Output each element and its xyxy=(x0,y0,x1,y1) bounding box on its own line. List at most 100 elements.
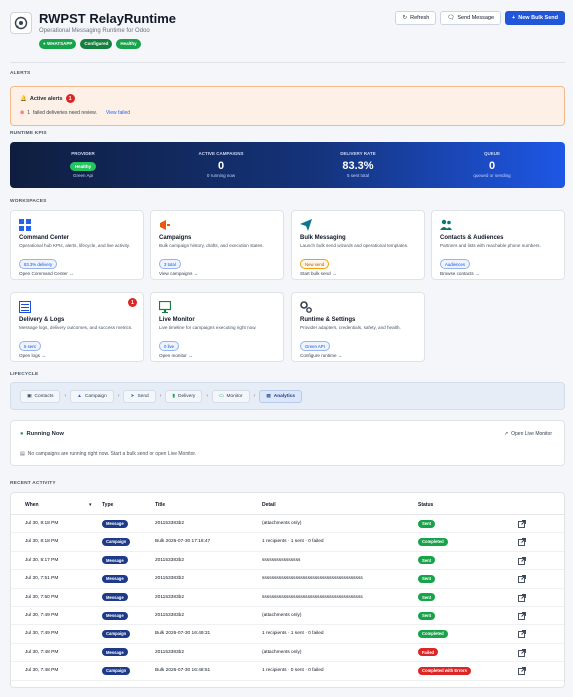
error-circle-icon: ⊗ xyxy=(20,110,25,116)
kpi-sub: queued or sending xyxy=(473,173,511,178)
view-failed-link[interactable]: View failed xyxy=(106,110,130,116)
chevron-right-icon: › xyxy=(64,393,67,399)
open-external-icon[interactable] xyxy=(518,593,526,602)
row-when: Jul 30, 7:49 PM xyxy=(25,613,59,618)
row-title: 201153383b2 xyxy=(155,576,184,582)
workspace-card-contacts[interactable]: Contacts & Audiences Partners and lists … xyxy=(431,210,565,280)
open-external-icon[interactable] xyxy=(518,630,526,639)
table-row[interactable]: Jul 30, 7:48 PM Campaign Bulk 2026-07-30 1… xyxy=(11,662,564,681)
workspace-card-runtime-settings[interactable]: Runtime & Settings Provider adapters, cr… xyxy=(291,292,425,362)
lifecycle-step-campaign[interactable]: ▲ Campaign xyxy=(70,389,114,403)
lifecycle-step-contacts[interactable]: ▣ Contacts xyxy=(20,389,61,403)
row-detail: 1 recipients · 0 sent · 0 failed xyxy=(262,668,324,674)
alert-row-count: 1 xyxy=(27,110,30,116)
card-link[interactable]: Open logs → xyxy=(19,353,46,358)
card-tag: 0 live xyxy=(159,341,180,351)
alerts-section-label: ALERTS xyxy=(10,71,31,76)
open-external-icon[interactable] xyxy=(518,575,526,584)
row-title: Bulk 2026-07-30 16:49:31 xyxy=(155,631,211,637)
kpi-sub: Green Api xyxy=(72,173,93,178)
table-row[interactable]: Jul 30, 8:17 PM Message 201153383b2 sssssss… xyxy=(11,552,564,571)
chip-whatsapp: ● WHATSAPP xyxy=(39,39,77,49)
arrow-right-icon: → xyxy=(337,353,343,358)
row-type-badge: Campaign xyxy=(102,666,131,675)
workspace-card-live-monitor[interactable]: Live Monitor Live timeline for campaigns… xyxy=(150,292,284,362)
card-title: Delivery & Logs xyxy=(19,317,65,323)
running-now-title: ● Running Now xyxy=(20,431,64,437)
col-detail[interactable]: Detail xyxy=(262,502,276,508)
card-alert-badge: 1 xyxy=(128,298,137,307)
kpi-value: 83.3% xyxy=(342,160,374,172)
sort-desc-icon[interactable]: ▾ xyxy=(89,502,92,508)
step-label: Contacts xyxy=(34,393,54,399)
card-desc: Launch bulk send wizards and operational… xyxy=(300,243,409,248)
send-message-button[interactable]: 🗨 Send Message xyxy=(440,11,502,25)
step-label: Delivery xyxy=(178,393,196,399)
card-title: Command Center xyxy=(19,235,70,241)
card-tag: New send xyxy=(300,259,330,269)
lifecycle-step-monitor[interactable]: ▭ Monitor xyxy=(212,389,250,403)
row-title: Bulk 2026-07-30 16:48:51 xyxy=(155,668,211,674)
card-title: Contacts & Audiences xyxy=(440,235,504,241)
table-row[interactable]: Jul 30, 7:48 PM Message 201153383b2 (attach… xyxy=(11,644,564,663)
open-external-icon[interactable] xyxy=(518,612,526,620)
row-type-badge: Message xyxy=(102,556,128,565)
col-status[interactable]: Status xyxy=(418,502,433,508)
card-link-label: View campaigns xyxy=(159,271,193,276)
card-title: Bulk Messaging xyxy=(300,235,346,241)
card-link[interactable]: Open Command Center → xyxy=(19,271,74,276)
open-external-icon[interactable] xyxy=(518,538,526,547)
table-row[interactable]: Jul 30, 7:51 PM Message 201153383b2 sssssss… xyxy=(11,570,564,589)
card-link[interactable]: Browse contacts → xyxy=(440,271,480,276)
live-dot-icon: ● xyxy=(20,431,24,437)
open-live-monitor-link[interactable]: ↗ Open Live Monitor xyxy=(504,431,552,437)
row-type-badge: Message xyxy=(102,611,128,620)
open-external-icon[interactable] xyxy=(518,667,526,676)
table-row[interactable]: Jul 30, 7:50 PM Message 201153383b2 sssssss… xyxy=(11,589,564,607)
table-row[interactable]: Jul 30, 7:49 PM Message 201153383b2 (attach… xyxy=(11,607,564,626)
provider-health-pill: Healthy xyxy=(69,162,97,171)
new-bulk-send-button[interactable]: + New Bulk Send xyxy=(505,11,565,25)
card-link[interactable]: View campaigns → xyxy=(159,271,198,276)
card-title: Runtime & Settings xyxy=(300,317,356,323)
users-icon xyxy=(440,219,452,230)
card-link[interactable]: Configure runtime → xyxy=(300,353,342,358)
whatsapp-logo-icon xyxy=(14,16,28,30)
table-row[interactable]: Jul 30, 8:18 PM Message 201153383b2 (attach… xyxy=(11,515,564,534)
kpis-section-label: RUNTIME KPIS xyxy=(10,131,47,136)
col-title[interactable]: Title xyxy=(155,502,165,508)
table-row[interactable]: Jul 30, 8:18 PM Campaign Bulk 2026-07-30 1… xyxy=(11,533,564,552)
card-link-label: Open Command Center xyxy=(19,271,68,276)
workspace-card-command-center[interactable]: Command Center Operational hub KPIs, ale… xyxy=(10,210,144,280)
row-when: Jul 30, 7:48 PM xyxy=(25,668,59,674)
row-type-badge: Message xyxy=(102,593,128,602)
lifecycle-step-analytics[interactable]: ▩ Analytics xyxy=(259,389,303,403)
open-external-icon[interactable] xyxy=(518,520,526,528)
workspace-card-campaigns[interactable]: Campaigns Bulk campaign history, drafts,… xyxy=(150,210,284,280)
col-type[interactable]: Type xyxy=(102,502,113,508)
new-bulk-send-label: New Bulk Send xyxy=(518,15,558,21)
lifecycle-step-delivery[interactable]: ▮ Delivery xyxy=(165,389,203,403)
refresh-label: Refresh xyxy=(410,15,430,21)
card-link[interactable]: Start bulk send → xyxy=(300,271,337,276)
row-detail: 1 recipients · 1 sent · 0 failed xyxy=(262,539,324,545)
open-external-icon[interactable] xyxy=(518,556,526,565)
row-detail: 1 recipients · 1 sent · 0 failed xyxy=(262,631,324,637)
card-tag: Audiences xyxy=(440,259,471,269)
kpi-queue: QUEUE 0 queued or sending xyxy=(423,142,561,188)
workspace-card-delivery-logs[interactable]: 1 Delivery & Logs Message logs, delivery… xyxy=(10,292,144,362)
row-detail: ssssssssssssssssssssssssssssssssssssssss… xyxy=(262,594,363,600)
lifecycle-step-send[interactable]: ➤ Send xyxy=(123,389,156,403)
workspace-card-bulk-messaging[interactable]: Bulk Messaging Launch bulk send wizards … xyxy=(291,210,425,280)
step-label: Send xyxy=(137,393,149,399)
divider xyxy=(10,62,565,63)
alerts-title-text: Active alerts xyxy=(29,95,63,102)
arrow-right-icon: → xyxy=(193,271,199,276)
open-external-icon[interactable] xyxy=(518,648,526,657)
monitor-icon: ▭ xyxy=(219,393,224,399)
card-title: Campaigns xyxy=(159,235,192,241)
card-link[interactable]: Open monitor → xyxy=(159,353,193,358)
table-row[interactable]: Jul 30, 7:49 PM Campaign Bulk 2026-07-30 1… xyxy=(11,625,564,644)
refresh-button[interactable]: ↻ Refresh xyxy=(395,11,437,25)
col-when[interactable]: When xyxy=(25,502,39,508)
